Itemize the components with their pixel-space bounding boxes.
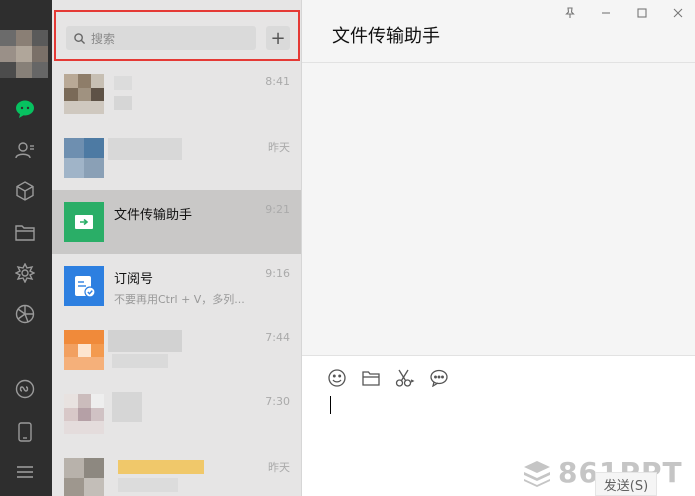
avatar[interactable] bbox=[0, 30, 48, 78]
chat-bubble-icon[interactable] bbox=[428, 368, 450, 388]
avatar bbox=[64, 330, 104, 370]
list-item-file-helper[interactable]: 文件传输助手 9:21 bbox=[52, 190, 301, 254]
chat-time: 9:16 bbox=[265, 267, 290, 280]
menu-icon[interactable] bbox=[12, 459, 38, 485]
search-highlight: 搜索 + bbox=[54, 10, 300, 61]
message-input[interactable]: 861PPT 发送(S) bbox=[302, 356, 695, 496]
mini-program-icon[interactable] bbox=[12, 376, 38, 402]
pin-icon[interactable] bbox=[559, 4, 581, 22]
chat-time: 9:21 bbox=[265, 203, 290, 216]
chat-title: 文件传输助手 bbox=[114, 208, 193, 223]
chat-time: 8:41 bbox=[265, 75, 290, 88]
avatar bbox=[64, 394, 104, 434]
divider bbox=[302, 62, 695, 63]
input-toolbar bbox=[326, 368, 450, 388]
chat-title: 订阅号 bbox=[114, 272, 154, 287]
chat-time: 昨天 bbox=[268, 141, 290, 154]
file-transfer-icon bbox=[64, 202, 104, 242]
page-title: 文件传输助手 bbox=[332, 26, 440, 47]
list-item[interactable]: 7:44 bbox=[52, 318, 301, 382]
scissors-icon[interactable] bbox=[394, 368, 416, 388]
list-item[interactable]: 昨天 bbox=[52, 126, 301, 190]
avatar bbox=[64, 138, 104, 178]
chat-preview: 不要再用Ctrl + V，多列... bbox=[114, 293, 245, 306]
minimize-icon[interactable] bbox=[595, 4, 617, 22]
channels-icon[interactable] bbox=[12, 301, 38, 327]
close-icon[interactable] bbox=[667, 4, 689, 22]
collections-icon[interactable] bbox=[12, 178, 38, 204]
chat-pane: 文件传输助手 861PPT 发送(S) bbox=[302, 0, 695, 496]
maximize-icon[interactable] bbox=[631, 4, 653, 22]
list-item-subscriptions[interactable]: 订阅号 不要再用Ctrl + V，多列... 9:16 bbox=[52, 254, 301, 318]
chat-time: 昨天 bbox=[268, 461, 290, 474]
nav-rail bbox=[0, 0, 52, 496]
list-item[interactable]: 昨天 bbox=[52, 446, 301, 496]
list-item[interactable]: 7:30 bbox=[52, 382, 301, 446]
chat-time: 7:30 bbox=[265, 395, 290, 408]
search-placeholder: 搜索 bbox=[91, 31, 116, 46]
chat-icon[interactable] bbox=[12, 96, 38, 122]
chat-list: 搜索 + 8:41 昨天 文件传输助手 9:21 订阅号 不要再用Ctrl + … bbox=[52, 0, 302, 496]
moments-icon[interactable] bbox=[12, 260, 38, 286]
phone-icon[interactable] bbox=[12, 419, 38, 445]
chat-time: 7:44 bbox=[265, 331, 290, 344]
emoji-icon[interactable] bbox=[326, 368, 348, 388]
files-icon[interactable] bbox=[12, 219, 38, 245]
contacts-icon[interactable] bbox=[12, 137, 38, 163]
list-item[interactable]: 8:41 bbox=[52, 62, 301, 126]
subscription-icon bbox=[64, 266, 104, 306]
search-icon bbox=[74, 29, 86, 48]
window-controls bbox=[559, 4, 689, 22]
avatar bbox=[64, 458, 104, 496]
search-input[interactable]: 搜索 bbox=[66, 26, 256, 50]
text-caret bbox=[330, 396, 331, 414]
send-button[interactable]: 发送(S) bbox=[595, 472, 657, 496]
folder-icon[interactable] bbox=[360, 368, 382, 388]
add-button[interactable]: + bbox=[266, 26, 290, 50]
avatar bbox=[64, 74, 104, 114]
